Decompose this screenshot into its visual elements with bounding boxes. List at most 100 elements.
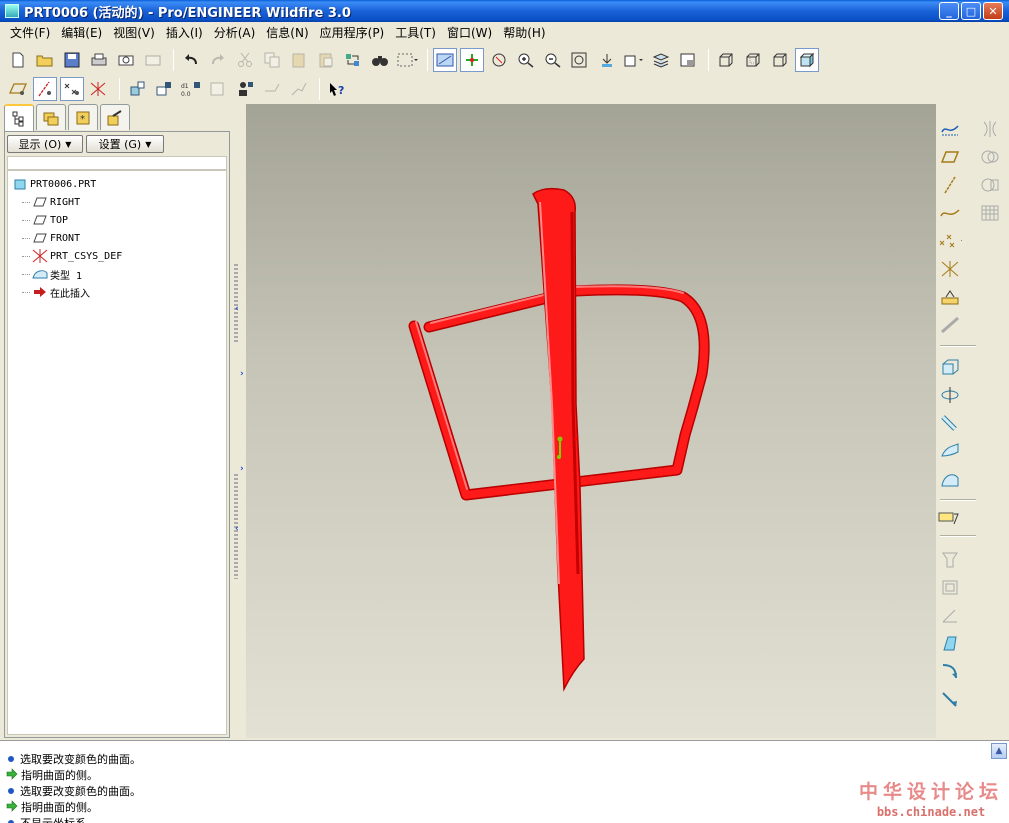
menu-edit[interactable]: 编辑(E) bbox=[57, 24, 106, 41]
panel-splitter[interactable]: ‹ › › ‹ bbox=[231, 104, 246, 738]
print-icon[interactable] bbox=[87, 48, 111, 72]
menu-tools[interactable]: 工具(T) bbox=[391, 24, 440, 41]
model-tree-columns-icon[interactable] bbox=[152, 77, 176, 101]
menu-view[interactable]: 视图(V) bbox=[109, 24, 159, 41]
paste-icon[interactable] bbox=[287, 48, 311, 72]
draft-tool-icon[interactable] bbox=[938, 631, 962, 655]
settings-dropdown-button[interactable]: 设置 (G) ▼ bbox=[86, 135, 164, 153]
tab-folder-browser[interactable] bbox=[36, 104, 66, 130]
reorient-icon[interactable] bbox=[595, 48, 619, 72]
tab-connections[interactable] bbox=[100, 104, 130, 130]
redo-icon[interactable] bbox=[206, 48, 230, 72]
hidden-line-icon[interactable] bbox=[741, 48, 765, 72]
undo-icon[interactable] bbox=[179, 48, 203, 72]
point-display-icon[interactable] bbox=[60, 77, 84, 101]
chevron-left-icon[interactable]: ‹ bbox=[235, 524, 239, 534]
merge-tool-icon[interactable] bbox=[978, 145, 1002, 169]
wireframe-icon[interactable] bbox=[714, 48, 738, 72]
dimension-display-icon[interactable]: d1 0.0 bbox=[179, 77, 203, 101]
datum-display-icon[interactable] bbox=[433, 48, 457, 72]
sketch-tool-icon[interactable] bbox=[938, 117, 962, 141]
tree-item-top[interactable]: TOP bbox=[8, 211, 226, 229]
csys-display-icon[interactable] bbox=[87, 77, 111, 101]
chevron-right-icon[interactable]: › bbox=[240, 369, 244, 379]
find-binoculars-icon[interactable] bbox=[368, 48, 392, 72]
chevron-right-icon[interactable]: › bbox=[240, 464, 244, 474]
revolve-tool-icon[interactable] bbox=[938, 383, 962, 407]
minimize-button[interactable]: _ bbox=[939, 2, 959, 20]
mirror-tool-icon[interactable] bbox=[978, 117, 1002, 141]
menu-info[interactable]: 信息(N) bbox=[262, 24, 312, 41]
analysis-feature-icon[interactable] bbox=[938, 285, 962, 309]
paste-special-icon[interactable] bbox=[314, 48, 338, 72]
plane-display-icon[interactable] bbox=[6, 77, 30, 101]
tree-item-right[interactable]: RIGHT bbox=[8, 193, 226, 211]
rib-tool-icon[interactable] bbox=[938, 603, 962, 627]
zoom-out-icon[interactable] bbox=[541, 48, 565, 72]
menu-help[interactable]: 帮助(H) bbox=[499, 24, 549, 41]
reference-feature-icon[interactable] bbox=[938, 313, 962, 337]
refit-icon[interactable] bbox=[568, 48, 592, 72]
save-icon[interactable] bbox=[60, 48, 84, 72]
variable-sweep-icon[interactable] bbox=[938, 411, 962, 435]
datum-point-tool-icon[interactable] bbox=[938, 229, 962, 253]
tab-model-tree[interactable] bbox=[4, 104, 34, 132]
menu-file[interactable]: 文件(F) bbox=[6, 24, 54, 41]
shell-tool-icon[interactable] bbox=[938, 575, 962, 599]
zoom-in-icon[interactable] bbox=[514, 48, 538, 72]
scroll-up-button[interactable]: ▲ bbox=[991, 743, 1007, 759]
no-hidden-icon[interactable] bbox=[768, 48, 792, 72]
orient-mode-icon[interactable] bbox=[487, 48, 511, 72]
copy-icon[interactable] bbox=[260, 48, 284, 72]
extrude-tool-icon[interactable] bbox=[938, 355, 962, 379]
regenerate-icon[interactable] bbox=[341, 48, 365, 72]
datum-curve-tool-icon[interactable] bbox=[938, 201, 962, 225]
close-button[interactable]: ✕ bbox=[983, 2, 1003, 20]
view-manager-icon[interactable] bbox=[676, 48, 700, 72]
send-link-icon[interactable] bbox=[141, 48, 165, 72]
menu-window[interactable]: 窗口(W) bbox=[443, 24, 496, 41]
new-file-icon[interactable] bbox=[6, 48, 30, 72]
graphics-window[interactable] bbox=[246, 104, 936, 738]
chevron-left-icon[interactable]: ‹ bbox=[235, 304, 239, 314]
saved-views-icon[interactable] bbox=[622, 48, 646, 72]
menu-applications[interactable]: 应用程序(P) bbox=[316, 24, 389, 41]
model-tree-settings-icon[interactable] bbox=[125, 77, 149, 101]
context-help-icon[interactable]: ? bbox=[325, 77, 349, 101]
layers-icon[interactable] bbox=[649, 48, 673, 72]
boundary-blend-icon[interactable] bbox=[938, 439, 962, 463]
menu-insert[interactable]: 插入(I) bbox=[162, 24, 207, 41]
open-folder-icon[interactable] bbox=[33, 48, 57, 72]
axis-display-icon[interactable] bbox=[33, 77, 57, 101]
spin-center-icon[interactable] bbox=[460, 48, 484, 72]
maximize-button[interactable]: □ bbox=[961, 2, 981, 20]
tree-item-part[interactable]: PRT0006.PRT bbox=[8, 175, 226, 193]
relations-icon[interactable] bbox=[206, 77, 230, 101]
chamfer-tool-icon[interactable] bbox=[938, 687, 962, 711]
datum-axis-tool-icon[interactable] bbox=[938, 173, 962, 197]
tree-item-csys[interactable]: PRT_CSYS_DEF bbox=[8, 247, 226, 265]
edit-definition-icon[interactable] bbox=[938, 507, 962, 531]
hole-tool-icon[interactable] bbox=[938, 547, 962, 571]
model-3d[interactable] bbox=[246, 104, 936, 738]
datum-plane-tool-icon[interactable] bbox=[938, 145, 962, 169]
tree-item-insert-here[interactable]: 在此插入 bbox=[8, 283, 226, 301]
selection-box-icon[interactable] bbox=[395, 48, 419, 72]
round-tool-icon[interactable] bbox=[938, 659, 962, 683]
trim-tool-icon[interactable] bbox=[978, 173, 1002, 197]
pattern-table-icon[interactable] bbox=[260, 77, 284, 101]
family-table-icon[interactable] bbox=[233, 77, 257, 101]
title-bar[interactable]: PRT0006 (活动的) - Pro/ENGINEER Wildfire 3.… bbox=[0, 0, 1009, 22]
menu-analysis[interactable]: 分析(A) bbox=[210, 24, 260, 41]
style-tool-icon[interactable] bbox=[938, 467, 962, 491]
send-mail-icon[interactable] bbox=[114, 48, 138, 72]
shading-icon[interactable] bbox=[795, 48, 819, 72]
tree-item-front[interactable]: FRONT bbox=[8, 229, 226, 247]
tab-favorites[interactable]: * bbox=[68, 104, 98, 130]
cut-icon[interactable] bbox=[233, 48, 257, 72]
tree-item-surface[interactable]: 类型 1 bbox=[8, 265, 226, 283]
program-icon[interactable] bbox=[287, 77, 311, 101]
show-dropdown-button[interactable]: 显示 (O) ▼ bbox=[7, 135, 83, 153]
datum-csys-tool-icon[interactable] bbox=[938, 257, 962, 281]
pattern-tool-icon[interactable] bbox=[978, 201, 1002, 225]
